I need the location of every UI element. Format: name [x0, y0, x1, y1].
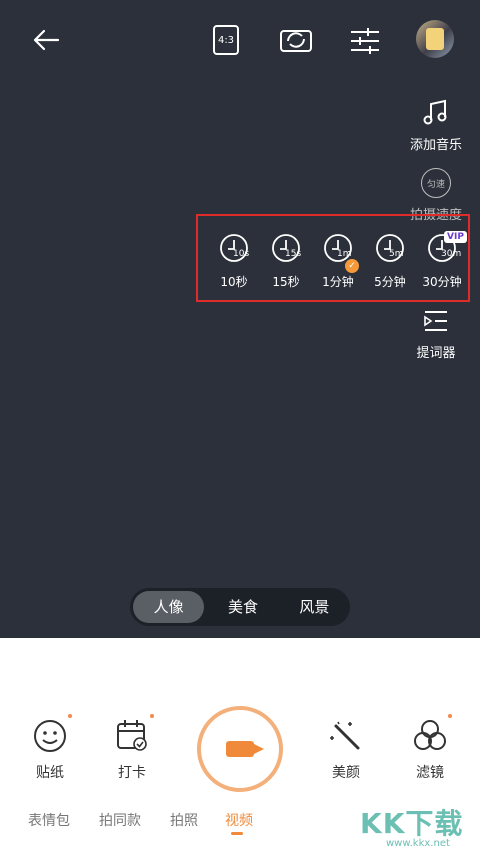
beauty-label: 美颜 [332, 765, 360, 781]
duration-label: 5分钟 [374, 275, 406, 289]
duration-option-1m[interactable]: 1m ✓ 1分钟 [312, 233, 364, 290]
adjust-settings-icon[interactable] [348, 26, 382, 56]
teleprompter-icon [424, 311, 447, 331]
duration-label: 15秒 [272, 275, 300, 289]
duration-option-10s[interactable]: 10s 10秒 [208, 233, 260, 290]
beauty-button[interactable]: 美颜 [314, 718, 378, 782]
duration-tag: 15s [285, 249, 302, 259]
site-watermark: KK下载 www.kkx.net [360, 802, 478, 850]
back-arrow-icon[interactable] [30, 26, 62, 54]
teleprompter-label: 提词器 [416, 346, 456, 361]
check-in-label: 打卡 [118, 765, 146, 781]
teleprompter-button[interactable]: 提词器 [404, 308, 468, 361]
aspect-ratio-button[interactable]: 4:3 [213, 25, 239, 55]
active-tab-indicator [231, 832, 243, 835]
scene-mode-switch: 人像 美食 风景 [130, 588, 350, 626]
sticker-label: 贴纸 [36, 765, 64, 781]
check-in-button[interactable]: 打卡 [100, 714, 164, 782]
duration-option-5m[interactable]: 5m 5分钟 [364, 233, 416, 290]
tab-photo[interactable]: 拍照 [170, 810, 198, 830]
vip-badge: VIP [444, 231, 467, 243]
tab-emoji[interactable]: 表情包 [28, 810, 70, 830]
user-avatar[interactable] [416, 20, 454, 58]
mode-portrait[interactable]: 人像 [133, 591, 205, 623]
mode-food[interactable]: 美食 [207, 588, 278, 626]
mode-landscape[interactable]: 风景 [279, 588, 350, 626]
smiley-icon [32, 714, 72, 754]
duration-option-15s[interactable]: 15s 15秒 [260, 233, 312, 290]
filter-button[interactable]: 滤镜 [398, 714, 462, 782]
magic-wand-icon [328, 718, 364, 754]
tab-video[interactable]: 视频 [225, 810, 253, 830]
notification-dot [68, 714, 72, 718]
speed-badge: 匀速 [421, 168, 451, 198]
record-video-button[interactable] [197, 706, 283, 792]
tab-same-style[interactable]: 拍同款 [99, 810, 141, 830]
music-note-icon [423, 99, 447, 125]
calendar-check-icon [114, 714, 154, 754]
clock-icon: 1m ✓ [323, 233, 359, 273]
notification-dot [150, 714, 154, 718]
add-music-label: 添加音乐 [409, 138, 462, 153]
duration-tag: 1m [337, 249, 352, 259]
filter-circles-icon [412, 714, 452, 754]
clock-icon: 10s [219, 233, 249, 263]
duration-tag: 5m [389, 249, 404, 259]
filter-label: 滤镜 [416, 765, 444, 781]
selected-check-icon: ✓ [345, 259, 359, 273]
watermark-url: www.kkx.net [386, 838, 450, 849]
duration-label: 1分钟 [322, 275, 354, 289]
clock-icon: 15s [271, 233, 301, 263]
duration-label: 10秒 [220, 275, 248, 289]
duration-label: 30分钟 [422, 275, 462, 289]
flip-camera-icon[interactable] [278, 26, 314, 54]
add-music-button[interactable]: 添加音乐 [404, 98, 468, 153]
video-camera-icon [226, 741, 264, 757]
notification-dot [448, 714, 452, 718]
clock-icon: 5m [375, 233, 405, 263]
duration-tag: 10s [233, 249, 250, 259]
duration-tag: 30m [441, 249, 462, 259]
watermark-main: KK下载 [360, 807, 464, 840]
sticker-button[interactable]: 贴纸 [18, 714, 82, 782]
